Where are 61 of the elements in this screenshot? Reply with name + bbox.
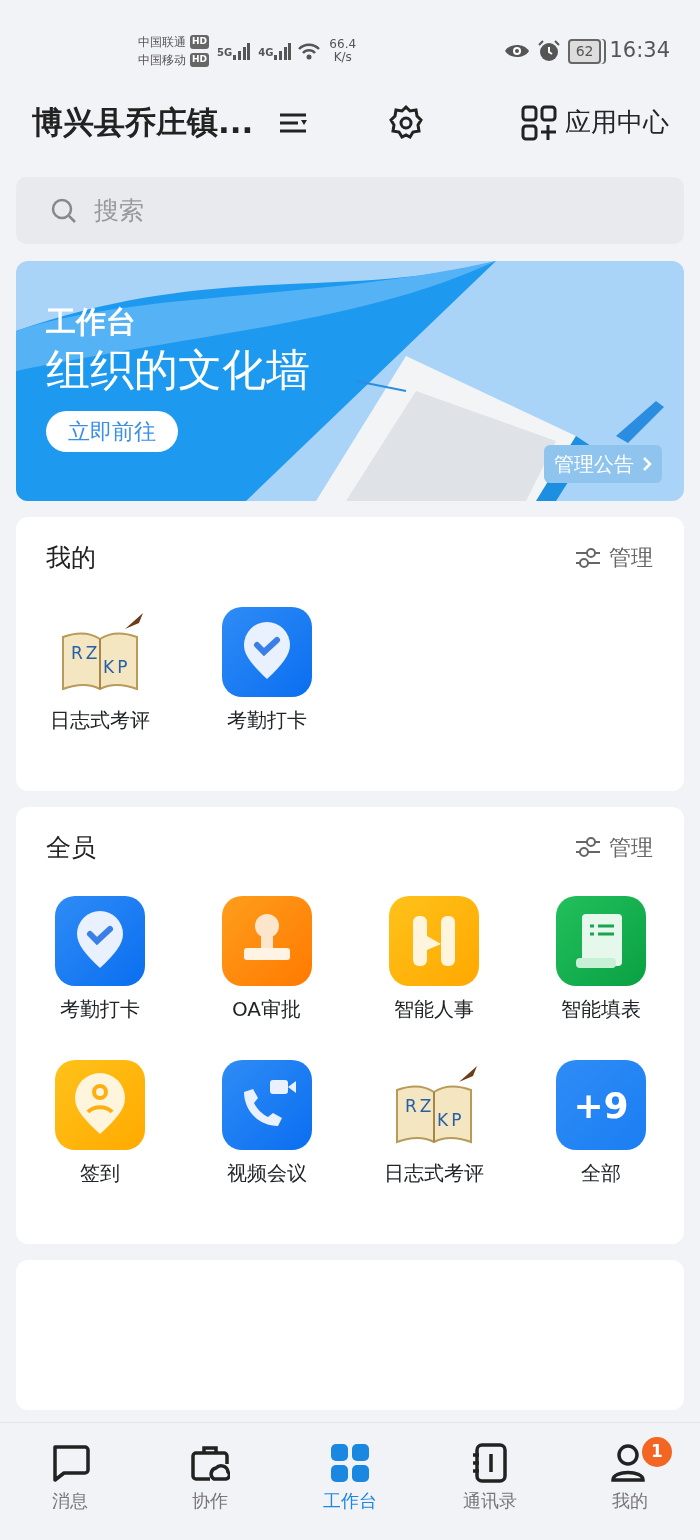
location-check-icon <box>221 606 312 697</box>
hd-badge: HD <box>190 53 209 67</box>
icon-letters: RZ <box>70 642 100 663</box>
banner-headline: 组织的文化墙 <box>46 344 311 397</box>
apps-icon <box>521 104 557 141</box>
app-shortcut[interactable]: 考勤打卡 <box>183 606 350 735</box>
clock-time: 16:34 <box>609 37 670 65</box>
app-shortcut[interactable]: 智能填表 <box>517 896 684 1024</box>
search-field[interactable]: 搜索 <box>16 177 684 244</box>
wifi-icon <box>297 41 322 61</box>
contacts-book-icon <box>470 1443 510 1483</box>
network-type: 4G <box>258 46 274 60</box>
letter-h-icon <box>388 896 479 986</box>
app-shortcut[interactable]: 智能人事 <box>350 896 517 1024</box>
sliders-icon <box>575 546 601 569</box>
app-shortcut[interactable]: OA审批 <box>183 896 350 1024</box>
app-shortcut[interactable]: RZ KP 日志式考评 <box>16 606 183 735</box>
tab-item[interactable]: 消息 <box>0 1423 140 1540</box>
signal-icon <box>273 42 292 60</box>
chat-icon <box>50 1443 90 1483</box>
settings-icon[interactable] <box>387 103 426 142</box>
manage-button[interactable]: 管理 <box>574 540 654 576</box>
menu-icon[interactable] <box>279 111 310 134</box>
app-shortcut[interactable]: 视频会议 <box>183 1060 350 1188</box>
hd-badge: HD <box>190 35 209 49</box>
app-center-button[interactable]: 应用中心 <box>520 102 670 143</box>
banner-subtitle: 工作台 <box>46 303 137 341</box>
manage-button[interactable]: 管理 <box>574 829 654 865</box>
briefcase-icon <box>190 1443 230 1483</box>
signal-icon <box>232 42 251 60</box>
app-shortcut[interactable]: 考勤打卡 <box>16 896 183 1024</box>
tab-item[interactable]: 我的 1 <box>560 1423 700 1540</box>
more-count: +9 <box>572 1085 629 1126</box>
speed-unit: K/s <box>333 51 352 65</box>
app-shortcut[interactable]: 签到 <box>16 1060 183 1188</box>
location-check-icon <box>54 896 145 986</box>
sliders-icon <box>575 836 601 859</box>
app-shortcut[interactable]: +9 全部 <box>517 1060 684 1188</box>
notification-badge: 1 <box>642 1437 672 1467</box>
eye-icon <box>503 42 530 60</box>
network-type: 5G <box>217 46 233 60</box>
video-call-icon <box>221 1060 312 1150</box>
chevron-right-icon <box>642 456 652 472</box>
scroll-icon <box>555 896 646 986</box>
section-title: 我的 <box>45 542 96 574</box>
network-speed: 66.4 <box>329 37 357 51</box>
alarm-icon <box>537 40 560 62</box>
tab-item[interactable]: 协作 <box>140 1423 280 1540</box>
app-shortcut[interactable]: RZ KP 日志式考评 <box>350 1060 517 1188</box>
section-title: 全员 <box>45 831 96 864</box>
search-icon <box>50 197 78 225</box>
tab-item[interactable]: 通讯录 <box>420 1423 560 1540</box>
carrier-name: 中国联通 <box>138 34 186 51</box>
location-person-icon <box>54 1060 145 1150</box>
grid-icon <box>330 1443 370 1483</box>
organization-title: 博兴县乔庄镇... <box>32 103 254 143</box>
icon-letters: KP <box>436 1110 464 1130</box>
carrier-name: 中国移动 <box>138 52 186 69</box>
stamp-icon <box>221 896 312 986</box>
icon-letters: RZ <box>404 1096 434 1116</box>
icon-letters: KP <box>102 656 130 677</box>
